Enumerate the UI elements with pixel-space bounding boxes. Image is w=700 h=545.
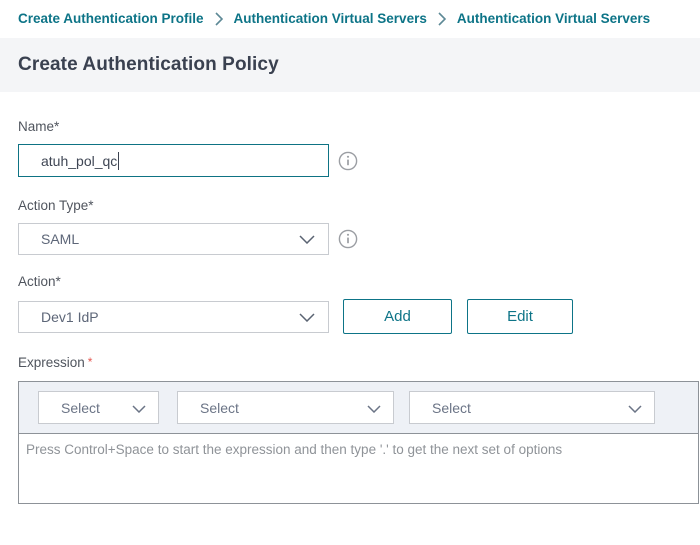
- breadcrumb-item-create-authentication-profile[interactable]: Create Authentication Profile: [18, 11, 204, 26]
- expression-select-2-value: Select: [200, 400, 239, 416]
- action-selected-value: Dev1 IdP: [41, 309, 99, 325]
- breadcrumb-item-authentication-virtual-servers-2[interactable]: Authentication Virtual Servers: [457, 11, 650, 26]
- create-authentication-policy-page: Create Authentication Profile Authentica…: [0, 0, 700, 545]
- page-title: Create Authentication Policy: [18, 54, 279, 76]
- action-type-selected-value: SAML: [41, 231, 79, 247]
- add-button[interactable]: Add: [343, 299, 452, 334]
- name-input[interactable]: atuh_pol_qc: [18, 144, 329, 177]
- action-label: Action*: [18, 274, 700, 290]
- authentication-policy-form: Name* atuh_pol_qc Action Type* SAML: [0, 119, 700, 504]
- expression-toolbar: Select Select Select: [19, 382, 698, 434]
- text-cursor: [118, 152, 119, 170]
- expression-select-1[interactable]: Select: [38, 391, 159, 424]
- expression-label-text: Expression: [18, 355, 85, 370]
- breadcrumb-item-authentication-virtual-servers[interactable]: Authentication Virtual Servers: [234, 11, 427, 26]
- action-type-dropdown[interactable]: SAML: [18, 223, 329, 255]
- expression-select-1-value: Select: [61, 400, 100, 416]
- chevron-down-icon: [132, 400, 146, 416]
- name-input-value: atuh_pol_qc: [41, 153, 117, 169]
- chevron-right-icon: [215, 12, 223, 26]
- chevron-down-icon: [299, 309, 315, 325]
- chevron-right-icon: [438, 12, 446, 26]
- action-dropdown[interactable]: Dev1 IdP: [18, 301, 329, 333]
- expression-select-3-value: Select: [432, 400, 471, 416]
- chevron-down-icon: [367, 400, 381, 416]
- expression-label: Expression*: [18, 354, 700, 371]
- action-type-label: Action Type*: [18, 198, 700, 214]
- expression-select-3[interactable]: Select: [409, 391, 655, 424]
- breadcrumb: Create Authentication Profile Authentica…: [0, 0, 700, 26]
- edit-button[interactable]: Edit: [467, 299, 573, 334]
- chevron-down-icon: [299, 231, 315, 247]
- required-asterisk: *: [88, 355, 93, 369]
- info-icon[interactable]: [338, 229, 358, 249]
- info-icon[interactable]: [338, 151, 358, 171]
- expression-input[interactable]: [19, 434, 698, 503]
- expression-select-2[interactable]: Select: [177, 391, 394, 424]
- page-header-bar: Create Authentication Policy: [0, 38, 700, 92]
- name-label: Name*: [18, 119, 700, 135]
- expression-editor: Select Select Select: [18, 381, 699, 504]
- chevron-down-icon: [628, 400, 642, 416]
